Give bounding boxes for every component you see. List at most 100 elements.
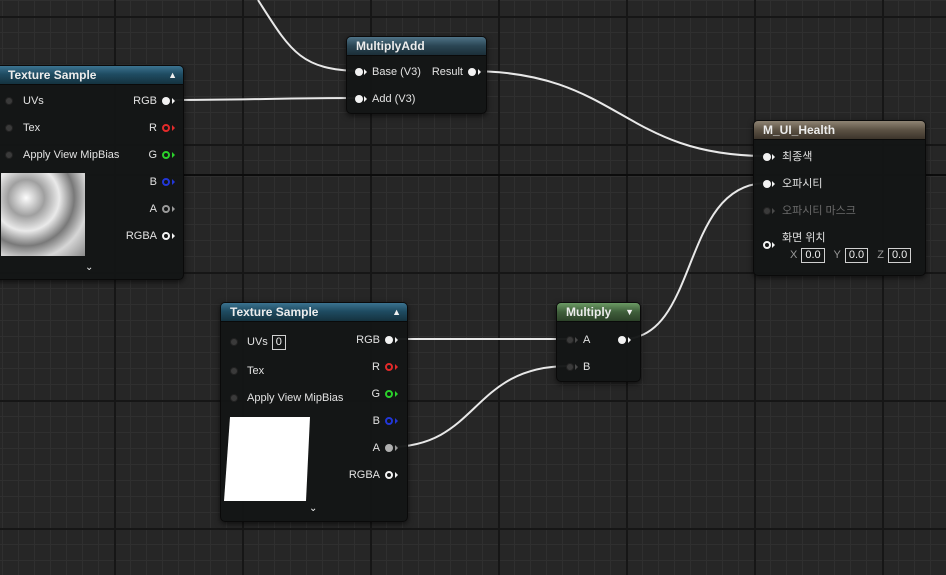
pin-base[interactable] (355, 68, 363, 76)
texture-sample-node-top[interactable]: Texture Sample ▲ UVs Tex Apply View MipB… (0, 65, 184, 280)
texture-sample-node-bottom[interactable]: Texture Sample ▲ UVs 0 Tex Apply View Mip… (220, 302, 408, 522)
pin-label: Base (V3) (372, 66, 421, 78)
pin-rgb[interactable] (385, 336, 393, 344)
expand-preview-icon[interactable]: ⌄ (85, 262, 93, 273)
input-row-uvs[interactable]: UVs 0 (230, 335, 286, 350)
pin-a[interactable] (566, 336, 574, 344)
pin-a[interactable] (162, 205, 170, 213)
pin-arrow (575, 364, 578, 370)
pin-arrow (395, 364, 398, 370)
pin-rgba[interactable] (385, 471, 393, 479)
pin-arrow (772, 242, 775, 248)
expand-preview-icon[interactable]: ⌄ (309, 503, 317, 514)
output-row-rgb[interactable]: RGB (356, 333, 398, 347)
pin-label: Apply View MipBias (23, 149, 120, 161)
input-row-b[interactable]: B (566, 360, 590, 374)
output-row-a[interactable]: A (373, 441, 398, 455)
multiply-node[interactable]: Multiply ▼ A B (556, 302, 641, 382)
collapse-icon[interactable]: ▲ (168, 66, 177, 84)
pin-g[interactable] (162, 151, 170, 159)
pin-arrow (395, 391, 398, 397)
multiply-add-node[interactable]: MultiplyAdd Base (V3) Add (V3) Result (346, 36, 487, 114)
pin-b[interactable] (162, 178, 170, 186)
graph-canvas[interactable]: Texture Sample ▲ UVs Tex Apply View MipB… (0, 0, 946, 575)
pin-rgba[interactable] (162, 232, 170, 240)
wire-alpha-to-multiply-b (388, 365, 570, 448)
pin-label: RGBA (348, 469, 380, 481)
pin-arrow (772, 181, 775, 187)
output-row-rgba[interactable]: RGBA (126, 229, 175, 243)
input-row-mipbias[interactable]: Apply View MipBias (5, 148, 119, 162)
collapse-icon[interactable]: ▼ (625, 303, 634, 321)
pin-label: Apply View MipBias (247, 392, 344, 404)
pin-mipbias[interactable] (230, 394, 238, 402)
node-title: MultiplyAdd (356, 39, 425, 53)
input-row-opacity[interactable]: 오파시티 (763, 177, 822, 191)
output-row-r[interactable]: R (372, 360, 398, 374)
pin-opacity[interactable] (763, 180, 771, 188)
pin-b[interactable] (385, 417, 393, 425)
input-row-a[interactable]: A (566, 333, 590, 347)
uv-index-input[interactable]: 0 (271, 335, 286, 350)
pin-label: A (149, 203, 157, 215)
node-header[interactable]: Multiply ▼ (557, 303, 640, 322)
collapse-icon[interactable]: ▲ (392, 303, 401, 321)
pin-label: RGB (356, 334, 380, 346)
pin-tex[interactable] (5, 124, 13, 132)
pin-g[interactable] (385, 390, 393, 398)
node-header[interactable]: Texture Sample ▲ (221, 303, 407, 322)
output-row-rgba[interactable]: RGBA (349, 468, 398, 482)
pin-final-color[interactable] (763, 153, 771, 161)
input-row-final-color[interactable]: 최종색 (763, 150, 812, 164)
input-row-uvs[interactable]: UVs (5, 94, 44, 108)
pin-rgb[interactable] (162, 97, 170, 105)
node-header[interactable]: M_UI_Health (754, 121, 925, 140)
pin-a[interactable] (385, 444, 393, 452)
node-header[interactable]: MultiplyAdd (347, 37, 486, 56)
z-value-input[interactable]: 0.0 (887, 248, 912, 263)
pin-tex[interactable] (230, 367, 238, 375)
wire-rgb-to-add (165, 97, 360, 101)
input-row-add[interactable]: Add (V3) (355, 92, 415, 106)
input-row-screen-position[interactable]: 화면 위치 (763, 231, 826, 249)
pin-r[interactable] (385, 363, 393, 371)
pin-screen-position[interactable] (763, 241, 771, 249)
pin-label: A (583, 334, 591, 346)
x-label: X (790, 249, 798, 261)
input-row-tex[interactable]: Tex (230, 364, 264, 378)
pin-arrow (575, 337, 578, 343)
pin-uvs[interactable] (5, 97, 13, 105)
output-row-g[interactable]: G (371, 387, 398, 401)
position-values: X 0.0 Y 0.0 Z 0.0 (790, 248, 912, 263)
pin-label: 화면 위치 (782, 232, 826, 244)
pin-label: B (372, 415, 380, 427)
y-value-input[interactable]: 0.0 (844, 248, 869, 263)
node-header[interactable]: Texture Sample ▲ (0, 66, 183, 85)
output-row-a[interactable]: A (150, 202, 175, 216)
pin-uvs[interactable] (230, 338, 238, 346)
output-row-result[interactable]: Result (432, 65, 481, 79)
output-row-g[interactable]: G (148, 148, 175, 162)
texture-preview-noise (1, 173, 85, 256)
pin-output[interactable] (618, 336, 626, 344)
pin-label: UVs (247, 336, 268, 348)
pin-b[interactable] (566, 363, 574, 371)
input-row-tex[interactable]: Tex (5, 121, 40, 135)
pin-label: 오파시티 (782, 178, 823, 190)
pin-arrow (172, 98, 175, 104)
output-row-result[interactable] (611, 333, 631, 347)
output-row-r[interactable]: R (149, 121, 175, 135)
material-result-node[interactable]: M_UI_Health 최종색 오파시티 오파시티 마스크 화면 위치 X 0.0… (753, 120, 926, 276)
input-row-mipbias[interactable]: Apply View MipBias (230, 391, 343, 405)
output-row-b[interactable]: B (373, 414, 398, 428)
pin-result[interactable] (468, 68, 476, 76)
x-value-input[interactable]: 0.0 (801, 248, 825, 263)
pin-mipbias[interactable] (5, 151, 13, 159)
output-row-b[interactable]: B (150, 175, 175, 189)
pin-r[interactable] (162, 124, 170, 132)
pin-add[interactable] (355, 95, 363, 103)
pin-label: G (371, 388, 380, 400)
input-row-base[interactable]: Base (V3) (355, 65, 421, 79)
output-row-rgb[interactable]: RGB (133, 94, 175, 108)
pin-label: B (149, 176, 157, 188)
